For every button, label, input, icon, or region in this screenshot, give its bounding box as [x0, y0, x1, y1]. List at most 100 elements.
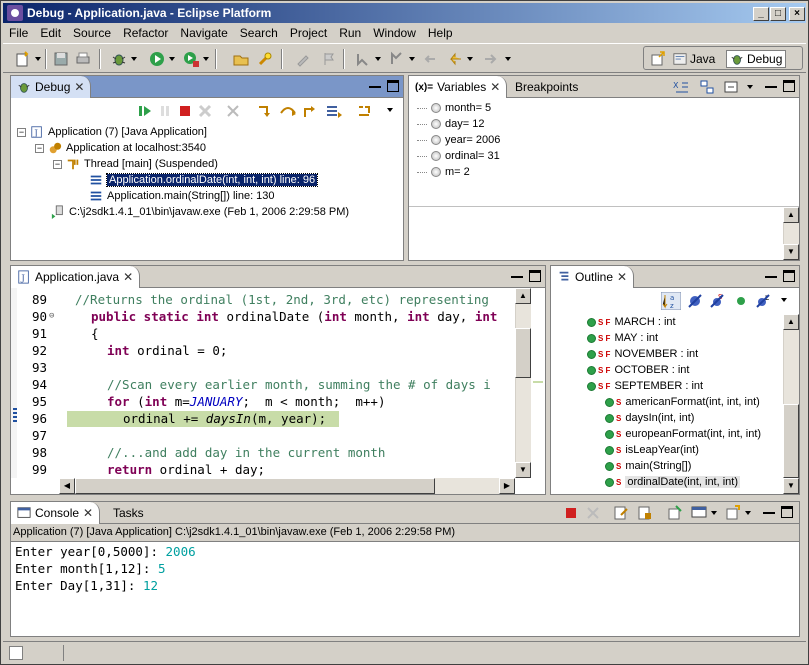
variable-row[interactable]: ordinal= 31 — [417, 148, 500, 164]
collapse-twisty[interactable]: − — [17, 127, 26, 137]
external-tools-icon[interactable] — [183, 51, 199, 67]
menu-edit[interactable]: Edit — [34, 26, 67, 40]
step-into-icon[interactable] — [257, 103, 275, 119]
minimize-view-icon[interactable] — [763, 506, 775, 514]
outline-item[interactable]: Smain(String[]) — [605, 458, 691, 474]
external-tools-dropdown-arrow[interactable] — [203, 57, 209, 61]
overview-ruler[interactable] — [531, 288, 545, 494]
save-icon[interactable] — [53, 51, 69, 67]
outline-item[interactable]: S F MAY : int — [587, 330, 658, 346]
close-tab-icon[interactable]: ✕ — [617, 270, 627, 284]
detail-pane[interactable] — [409, 207, 783, 260]
minimize-button[interactable]: _ — [753, 7, 769, 21]
hide-nonpublic-icon[interactable] — [733, 293, 749, 309]
tab-application-java[interactable]: J Application.java ✕ — [11, 266, 141, 288]
remove-launch-icon[interactable] — [585, 505, 601, 521]
print-icon[interactable] — [75, 51, 91, 67]
pin-console-icon[interactable] — [667, 505, 683, 521]
show-type-names-icon[interactable]: X — [673, 79, 689, 95]
tab-breakpoints[interactable]: Breakpoints — [509, 76, 584, 98]
tab-tasks[interactable]: Tasks — [107, 502, 150, 524]
perspective-java[interactable]: Java — [670, 50, 718, 68]
variable-row[interactable]: month= 5 — [417, 100, 491, 116]
previous-annotation-icon[interactable] — [389, 51, 405, 67]
open-perspective-icon[interactable] — [650, 51, 666, 67]
tree-row-frame[interactable]: Application.main(String[]) line: 130 — [89, 188, 275, 204]
outline-tree[interactable]: S F MARCH : int S F MAY : int S F NOVEMBER … — [551, 314, 783, 494]
tree-row-target[interactable]: − Application at localhost:3540 — [35, 140, 206, 156]
last-edit-icon[interactable] — [423, 51, 439, 67]
editor-vertical-scrollbar[interactable]: ▲ ▼ — [515, 288, 531, 478]
step-return-icon[interactable] — [301, 103, 319, 119]
back-icon[interactable] — [447, 51, 463, 67]
use-step-filters-icon[interactable] — [325, 103, 343, 119]
fast-view-icon[interactable] — [9, 646, 23, 660]
view-menu-arrow[interactable] — [781, 298, 787, 302]
scroll-down-button[interactable]: ▼ — [515, 462, 531, 478]
next-annotation-icon[interactable] — [355, 51, 371, 67]
new-icon[interactable] — [15, 51, 31, 67]
scroll-up-button[interactable]: ▲ — [783, 207, 799, 223]
scroll-down-button[interactable]: ▼ — [783, 478, 799, 494]
display-console-icon[interactable] — [691, 505, 707, 521]
fold-icon[interactable]: ⊖ — [49, 308, 54, 325]
outline-item[interactable]: SamericanFormat(int, int, int) — [605, 394, 760, 410]
tree-row-process[interactable]: C:\j2sdk1.4.1_01\bin\javaw.exe (Feb 1, 2… — [51, 204, 349, 220]
outline-item[interactable]: SdaysIn(int, int) — [605, 410, 694, 426]
close-button[interactable]: × — [789, 7, 805, 21]
terminate-icon[interactable] — [177, 103, 193, 119]
resume-icon[interactable] — [137, 103, 153, 119]
terminate-icon[interactable] — [563, 505, 579, 521]
toggle-mark-icon[interactable] — [321, 51, 337, 67]
scroll-thumb[interactable] — [75, 478, 435, 494]
view-menu-arrow[interactable] — [747, 85, 753, 89]
menu-search[interactable]: Search — [234, 26, 284, 40]
variable-row[interactable]: year= 2006 — [417, 132, 500, 148]
outline-item[interactable]: S F OCTOBER : int — [587, 362, 689, 378]
scroll-left-button[interactable]: ◀ — [59, 478, 75, 494]
minimize-view-icon[interactable] — [765, 270, 777, 278]
outline-item-selected[interactable]: SordinalDate(int, int, int) — [605, 474, 741, 490]
run-dropdown-arrow[interactable] — [169, 57, 175, 61]
scroll-right-button[interactable]: ▶ — [499, 478, 515, 494]
maximize-view-icon[interactable] — [783, 270, 795, 282]
close-tab-icon[interactable]: ✕ — [490, 80, 500, 94]
code-area[interactable]: 89//Returns the ordinal (1st, 2nd, 3rd, … — [11, 291, 521, 481]
debug-icon[interactable] — [111, 51, 127, 67]
outline-item[interactable]: S F NOVEMBER : int — [587, 346, 698, 362]
collapse-all-icon[interactable] — [723, 79, 739, 95]
minimize-view-icon[interactable] — [369, 80, 381, 88]
run-icon[interactable] — [149, 51, 165, 67]
maximize-view-icon[interactable] — [387, 80, 399, 92]
outline-item[interactable]: SeuropeanFormat(int, int, int) — [605, 426, 761, 442]
open-console-icon[interactable] — [725, 505, 741, 521]
close-tab-icon[interactable]: ✕ — [74, 80, 84, 94]
maximize-view-icon[interactable] — [783, 80, 795, 92]
close-tab-icon[interactable]: ✕ — [123, 270, 133, 284]
tree-row-launch[interactable]: − J Application (7) [Java Application] — [17, 124, 207, 140]
outline-item[interactable]: S F SEPTEMBER : int — [587, 378, 703, 394]
scroll-up-button[interactable]: ▲ — [783, 314, 799, 330]
back-dropdown-arrow[interactable] — [467, 57, 473, 61]
search-icon[interactable] — [257, 51, 273, 67]
tree-row-thread[interactable]: − Thread [main] (Suspended) — [53, 156, 218, 172]
menu-file[interactable]: File — [3, 26, 34, 40]
clear-console-icon[interactable] — [613, 505, 629, 521]
outline-scrollbar[interactable]: ▲ ▼ — [783, 314, 799, 494]
tab-outline[interactable]: Outline ✕ — [551, 266, 635, 288]
tab-debug[interactable]: Debug ✕ — [11, 76, 92, 98]
debug-dropdown-arrow[interactable] — [131, 57, 137, 61]
hide-static-icon[interactable]: S — [709, 293, 725, 309]
collapse-twisty[interactable]: − — [53, 159, 62, 169]
variable-row[interactable]: day= 12 — [417, 116, 484, 132]
scroll-down-button[interactable]: ▼ — [783, 244, 799, 260]
forward-icon[interactable] — [483, 51, 499, 67]
close-tab-icon[interactable]: ✕ — [83, 506, 93, 520]
editor-horizontal-scrollbar[interactable]: ◀ ▶ — [59, 478, 515, 494]
detail-scrollbar[interactable]: ▲ ▼ — [783, 207, 799, 260]
menu-source[interactable]: Source — [67, 26, 117, 40]
hide-fields-icon[interactable] — [687, 293, 703, 309]
forward-dropdown-arrow[interactable] — [505, 57, 511, 61]
drop-to-frame-icon[interactable] — [357, 103, 375, 119]
tab-console[interactable]: Console ✕ — [11, 502, 101, 524]
